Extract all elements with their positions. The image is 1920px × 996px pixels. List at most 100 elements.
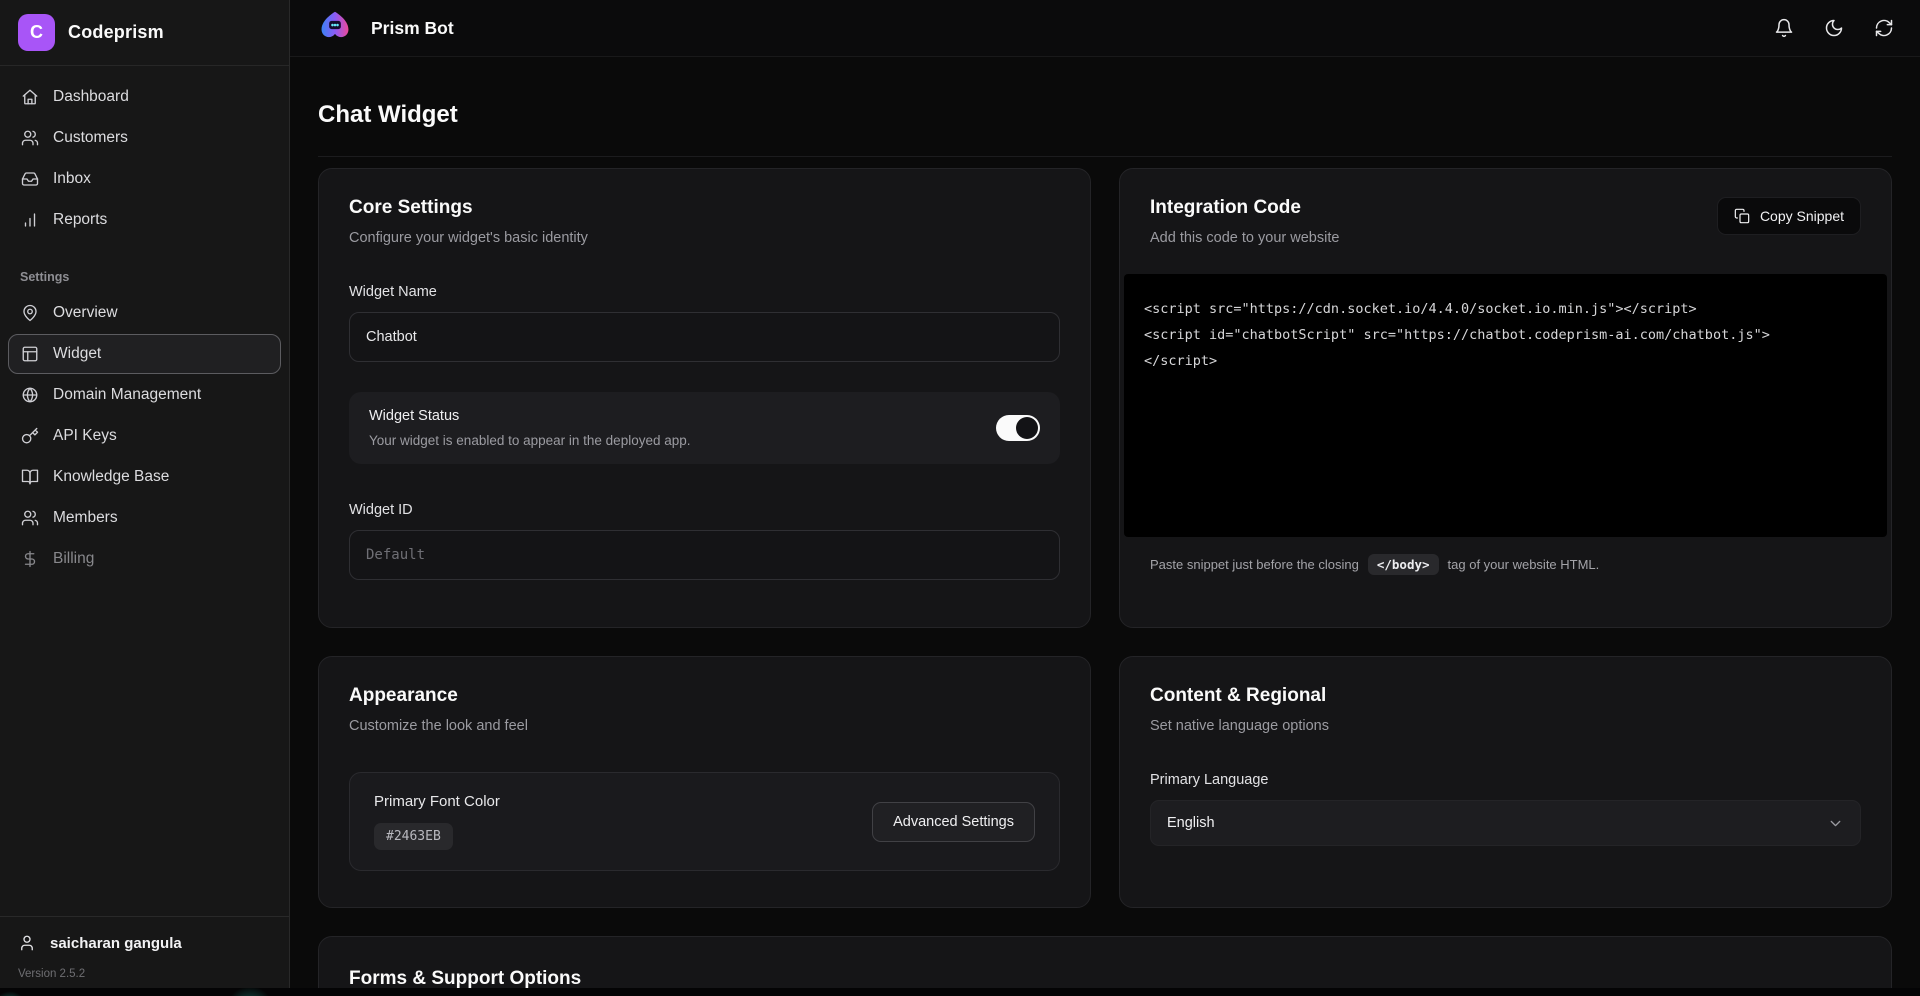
sidebar-item-knowledge-base[interactable]: Knowledge Base xyxy=(8,457,281,497)
widget-id-label: Widget ID xyxy=(349,502,1060,518)
widget-name-label: Widget Name xyxy=(349,284,1060,300)
content-regional-card: Content & Regional Set native language o… xyxy=(1119,656,1892,908)
paste-snippet-note: Paste snippet just before the closing </… xyxy=(1150,554,1861,575)
primary-language-select[interactable]: English xyxy=(1150,800,1861,846)
sidebar-item-reports[interactable]: Reports xyxy=(8,200,281,240)
refresh-icon xyxy=(1874,18,1894,38)
sidebar-item-label: Overview xyxy=(53,304,118,322)
copy-snippet-label: Copy Snippet xyxy=(1760,208,1844,224)
appearance-card: Appearance Customize the look and feel P… xyxy=(318,656,1091,908)
notifications-button[interactable] xyxy=(1774,18,1794,38)
code-line: <script id="chatbotScript" src="https://… xyxy=(1144,322,1867,348)
bar-chart-icon xyxy=(21,211,39,229)
users-icon xyxy=(21,129,39,147)
widget-status-description: Your widget is enabled to appear in the … xyxy=(369,433,691,448)
users-icon xyxy=(21,509,39,527)
sidebar-item-dashboard[interactable]: Dashboard xyxy=(8,77,281,117)
primary-font-color-row: Primary Font Color #2463EB Advanced Sett… xyxy=(349,772,1060,871)
font-color-value-chip: #2463EB xyxy=(374,823,453,850)
sidebar-item-customers[interactable]: Customers xyxy=(8,118,281,158)
card-subtitle: Add this code to your website xyxy=(1150,230,1339,246)
card-title: Forms & Support Options xyxy=(349,968,1861,990)
sidebar-item-members[interactable]: Members xyxy=(8,498,281,538)
chevron-down-icon xyxy=(1827,815,1844,832)
panels-icon xyxy=(21,345,39,363)
sidebar-item-label: Domain Management xyxy=(53,386,201,404)
card-subtitle: Set native language options xyxy=(1150,718,1861,734)
widget-name-input[interactable] xyxy=(349,312,1060,362)
sidebar-item-billing[interactable]: Billing xyxy=(8,539,281,579)
primary-font-color-texts: Primary Font Color #2463EB xyxy=(374,793,500,850)
integration-code-texts: Integration Code Add this code to your w… xyxy=(1150,197,1339,246)
sidebar-item-widget[interactable]: Widget xyxy=(8,334,281,374)
globe-icon xyxy=(21,386,39,404)
forms-support-card: Forms & Support Options xyxy=(318,936,1892,996)
main-area: Prism Bot Chat Widget Core Settings Conf… xyxy=(290,0,1920,996)
primary-font-color-label: Primary Font Color xyxy=(374,793,500,810)
sidebar-item-label: Customers xyxy=(53,129,128,147)
integration-code-header: Integration Code Add this code to your w… xyxy=(1150,197,1861,246)
sidebar-footer: saicharan gangula Version 2.5.2 xyxy=(0,916,289,996)
primary-language-label: Primary Language xyxy=(1150,772,1861,788)
sidebar-item-label: Billing xyxy=(53,550,94,568)
topbar: Prism Bot xyxy=(290,0,1920,57)
user-icon xyxy=(18,934,36,952)
sidebar: C Codeprism Dashboard Customers Inbox Re… xyxy=(0,0,290,996)
widget-status-title: Widget Status xyxy=(369,408,691,424)
inbox-icon xyxy=(21,170,39,188)
widget-status-toggle[interactable] xyxy=(996,415,1040,441)
copy-snippet-button[interactable]: Copy Snippet xyxy=(1717,197,1861,235)
user-name: saicharan gangula xyxy=(50,935,182,952)
code-snippet-block: <script src="https://cdn.socket.io/4.4.0… xyxy=(1124,274,1887,537)
copy-icon xyxy=(1734,208,1750,224)
card-title: Integration Code xyxy=(1150,197,1339,219)
card-title: Appearance xyxy=(349,685,1060,707)
sidebar-item-label: Members xyxy=(53,509,118,527)
sidebar-nav: Dashboard Customers Inbox Reports Settin… xyxy=(0,66,289,580)
brand-logo: C xyxy=(18,14,55,51)
topbar-actions xyxy=(1774,18,1894,38)
page-title: Chat Widget xyxy=(318,101,1892,129)
body-tag-chip: </body> xyxy=(1368,554,1439,575)
brand[interactable]: C Codeprism xyxy=(0,0,289,66)
sidebar-item-label: Dashboard xyxy=(53,88,129,106)
note-prefix: Paste snippet just before the closing xyxy=(1150,557,1359,572)
refresh-button[interactable] xyxy=(1874,18,1894,38)
key-icon xyxy=(21,427,39,445)
core-settings-card: Core Settings Configure your widget's ba… xyxy=(318,168,1091,628)
widget-id-input[interactable] xyxy=(349,530,1060,580)
sidebar-item-label: Inbox xyxy=(53,170,91,188)
note-suffix: tag of your website HTML. xyxy=(1448,557,1600,572)
widget-status-texts: Widget Status Your widget is enabled to … xyxy=(369,408,691,448)
theme-toggle-button[interactable] xyxy=(1824,18,1844,38)
home-icon xyxy=(21,88,39,106)
sidebar-item-inbox[interactable]: Inbox xyxy=(8,159,281,199)
book-open-icon xyxy=(21,468,39,486)
bell-icon xyxy=(1774,18,1794,38)
card-subtitle: Configure your widget's basic identity xyxy=(349,230,1060,246)
code-line: <script src="https://cdn.socket.io/4.4.0… xyxy=(1144,296,1867,322)
widget-status-row: Widget Status Your widget is enabled to … xyxy=(349,392,1060,464)
sidebar-item-label: API Keys xyxy=(53,427,117,445)
prism-bot-logo-icon xyxy=(316,6,354,51)
app-name: Prism Bot xyxy=(371,18,454,39)
sidebar-item-label: Widget xyxy=(53,345,101,363)
sidebar-item-domain-management[interactable]: Domain Management xyxy=(8,375,281,415)
user-profile[interactable]: saicharan gangula xyxy=(0,916,289,958)
settings-section-label: Settings xyxy=(20,270,269,284)
sidebar-item-api-keys[interactable]: API Keys xyxy=(8,416,281,456)
content: Chat Widget Core Settings Configure your… xyxy=(290,57,1920,996)
moon-icon xyxy=(1824,18,1844,38)
sidebar-item-overview[interactable]: Overview xyxy=(8,293,281,333)
sidebar-item-label: Reports xyxy=(53,211,107,229)
integration-code-card: Integration Code Add this code to your w… xyxy=(1119,168,1892,628)
toggle-knob xyxy=(1016,417,1038,439)
card-title: Content & Regional xyxy=(1150,685,1861,707)
primary-language-value: English xyxy=(1167,815,1215,831)
brand-name: Codeprism xyxy=(68,22,164,43)
title-divider xyxy=(318,156,1892,157)
card-title: Core Settings xyxy=(349,197,1060,219)
map-pin-icon xyxy=(21,304,39,322)
bottom-edge-strip xyxy=(0,988,1920,996)
advanced-settings-button[interactable]: Advanced Settings xyxy=(872,802,1035,842)
